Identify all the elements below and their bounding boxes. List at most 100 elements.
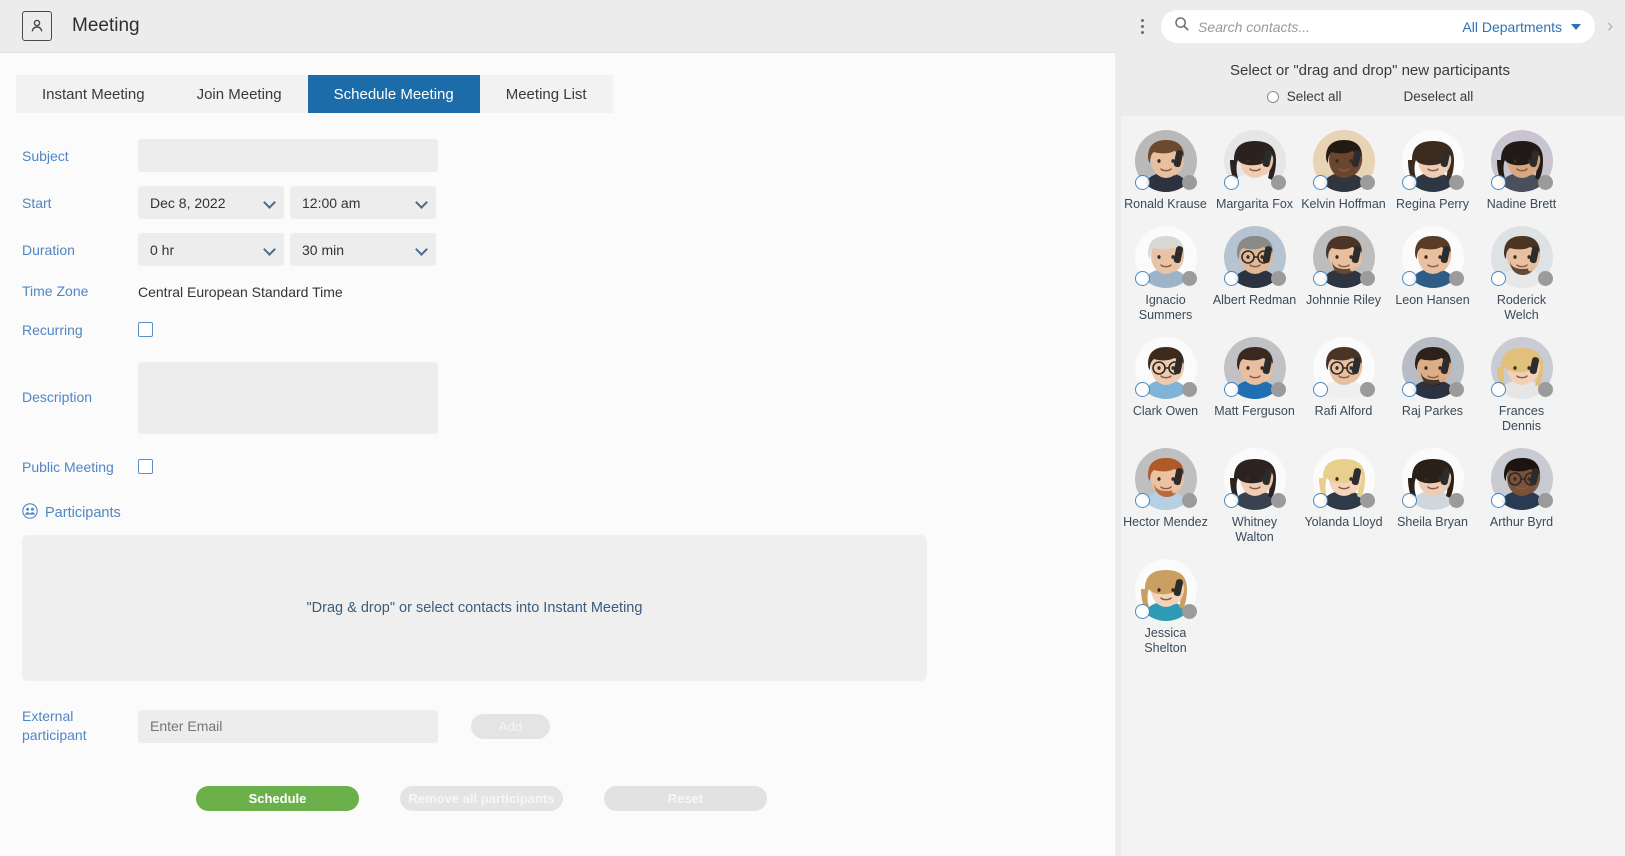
avatar-wrapper[interactable]: [1490, 226, 1553, 288]
contact-select-radio[interactable]: [1490, 175, 1506, 190]
contact-select-radio[interactable]: [1490, 493, 1506, 508]
avatar-wrapper[interactable]: [1312, 130, 1375, 192]
start-date-select[interactable]: [138, 186, 284, 219]
public-meeting-checkbox[interactable]: [138, 459, 153, 474]
contact-card[interactable]: Raj Parkes: [1388, 337, 1477, 434]
contact-select-radio[interactable]: [1134, 382, 1150, 397]
avatar-wrapper[interactable]: [1134, 337, 1197, 399]
add-external-participant-button[interactable]: Add: [471, 713, 550, 739]
contact-select-radio[interactable]: [1401, 382, 1417, 397]
contact-card[interactable]: Johnnie Riley: [1299, 226, 1388, 323]
contact-select-radio[interactable]: [1312, 271, 1328, 286]
contact-select-radio[interactable]: [1223, 271, 1239, 286]
contact-select-radio[interactable]: [1134, 271, 1150, 286]
avatar-wrapper[interactable]: [1134, 559, 1197, 621]
deselect-all-button[interactable]: Deselect all: [1404, 89, 1474, 104]
contact-card[interactable]: Leon Hansen: [1388, 226, 1477, 323]
contact-card[interactable]: Clark Owen: [1121, 337, 1210, 434]
contact-card[interactable]: Yolanda Lloyd: [1299, 448, 1388, 545]
contact-select-radio[interactable]: [1312, 175, 1328, 190]
presence-status-dot: [1448, 175, 1464, 190]
select-all-radio[interactable]: [1266, 90, 1279, 103]
participants-dropzone[interactable]: "Drag & drop" or select contacts into In…: [22, 535, 927, 681]
avatar-wrapper[interactable]: [1312, 226, 1375, 288]
contact-select-radio[interactable]: [1223, 493, 1239, 508]
reset-button[interactable]: Reset: [604, 786, 767, 811]
schedule-button[interactable]: Schedule: [196, 786, 359, 811]
avatar-wrapper[interactable]: [1223, 448, 1286, 510]
duration-minutes-value[interactable]: [290, 233, 436, 266]
contact-card[interactable]: Ronald Krause: [1121, 130, 1210, 212]
public-meeting-label: Public Meeting: [22, 459, 114, 475]
contact-card[interactable]: Frances Dennis: [1477, 337, 1566, 434]
contact-card[interactable]: Hector Mendez: [1121, 448, 1210, 545]
contact-select-radio[interactable]: [1312, 382, 1328, 397]
recurring-checkbox[interactable]: [138, 322, 153, 337]
participants-group-icon: [22, 503, 38, 523]
presence-status-dot: [1181, 382, 1197, 397]
avatar-wrapper[interactable]: [1223, 130, 1286, 192]
contact-card[interactable]: Matt Ferguson: [1210, 337, 1299, 434]
avatar-wrapper[interactable]: [1490, 448, 1553, 510]
external-email-input[interactable]: [138, 709, 438, 743]
contact-card[interactable]: Rafi Alford: [1299, 337, 1388, 434]
avatar-wrapper[interactable]: [1401, 130, 1464, 192]
contact-card[interactable]: Whitney Walton: [1210, 448, 1299, 545]
contact-select-radio[interactable]: [1134, 175, 1150, 190]
department-filter-dropdown[interactable]: All Departments: [1462, 19, 1581, 35]
contact-select-radio[interactable]: [1401, 271, 1417, 286]
avatar-wrapper[interactable]: [1401, 337, 1464, 399]
meeting-app: Meeting Instant Meeting Join Meeting Sch…: [0, 0, 1625, 856]
search-input[interactable]: [1198, 18, 1463, 35]
avatar-wrapper[interactable]: [1312, 337, 1375, 399]
contact-card[interactable]: Kelvin Hoffman: [1299, 130, 1388, 212]
start-date-value[interactable]: [138, 186, 284, 219]
avatar-wrapper[interactable]: [1490, 337, 1553, 399]
contact-card[interactable]: Arthur Byrd: [1477, 448, 1566, 545]
contact-select-radio[interactable]: [1312, 493, 1328, 508]
duration-hours-value[interactable]: [138, 233, 284, 266]
avatar-wrapper[interactable]: [1134, 226, 1197, 288]
search-pill[interactable]: All Departments: [1161, 10, 1595, 43]
contact-select-radio[interactable]: [1401, 493, 1417, 508]
avatar-wrapper[interactable]: [1490, 130, 1553, 192]
select-all-control[interactable]: Select all: [1266, 89, 1342, 104]
avatar-wrapper[interactable]: [1312, 448, 1375, 510]
contact-card[interactable]: Regina Perry: [1388, 130, 1477, 212]
contact-select-radio[interactable]: [1223, 175, 1239, 190]
contact-card[interactable]: Nadine Brett: [1477, 130, 1566, 212]
tab-meeting-list[interactable]: Meeting List: [479, 75, 613, 113]
contact-select-radio[interactable]: [1401, 175, 1417, 190]
contact-card[interactable]: Ignacio Summers: [1121, 226, 1210, 323]
avatar-wrapper[interactable]: [1223, 337, 1286, 399]
contact-card[interactable]: Margarita Fox: [1210, 130, 1299, 212]
avatar-wrapper[interactable]: [1134, 130, 1197, 192]
duration-hours-select[interactable]: [138, 233, 284, 266]
avatar-wrapper[interactable]: [1134, 448, 1197, 510]
duration-minutes-select[interactable]: [290, 233, 436, 266]
avatar-wrapper[interactable]: [1401, 226, 1464, 288]
contact-select-radio[interactable]: [1490, 271, 1506, 286]
contact-card[interactable]: Jessica Shelton: [1121, 559, 1210, 656]
avatar-wrapper[interactable]: [1223, 226, 1286, 288]
more-options-icon[interactable]: [1131, 19, 1153, 34]
contact-name: Nadine Brett: [1486, 197, 1557, 211]
start-time-value[interactable]: [290, 186, 436, 219]
contact-select-radio[interactable]: [1134, 493, 1150, 508]
contact-card[interactable]: Albert Redman: [1210, 226, 1299, 323]
tab-instant-meeting[interactable]: Instant Meeting: [16, 75, 171, 113]
contact-name: Arthur Byrd: [1489, 515, 1554, 529]
tab-join-meeting[interactable]: Join Meeting: [170, 75, 308, 113]
next-page-arrow-icon[interactable]: ›: [1595, 16, 1625, 38]
contact-card[interactable]: Sheila Bryan: [1388, 448, 1477, 545]
contact-select-radio[interactable]: [1134, 604, 1150, 619]
tab-schedule-meeting[interactable]: Schedule Meeting: [307, 75, 480, 113]
contact-select-radio[interactable]: [1223, 382, 1239, 397]
remove-all-participants-button[interactable]: Remove all participants: [400, 786, 563, 811]
start-time-select[interactable]: [290, 186, 436, 219]
description-textarea[interactable]: [138, 362, 438, 434]
contact-card[interactable]: Roderick Welch: [1477, 226, 1566, 323]
avatar-wrapper[interactable]: [1401, 448, 1464, 510]
contact-select-radio[interactable]: [1490, 382, 1506, 397]
subject-input[interactable]: [138, 139, 438, 172]
